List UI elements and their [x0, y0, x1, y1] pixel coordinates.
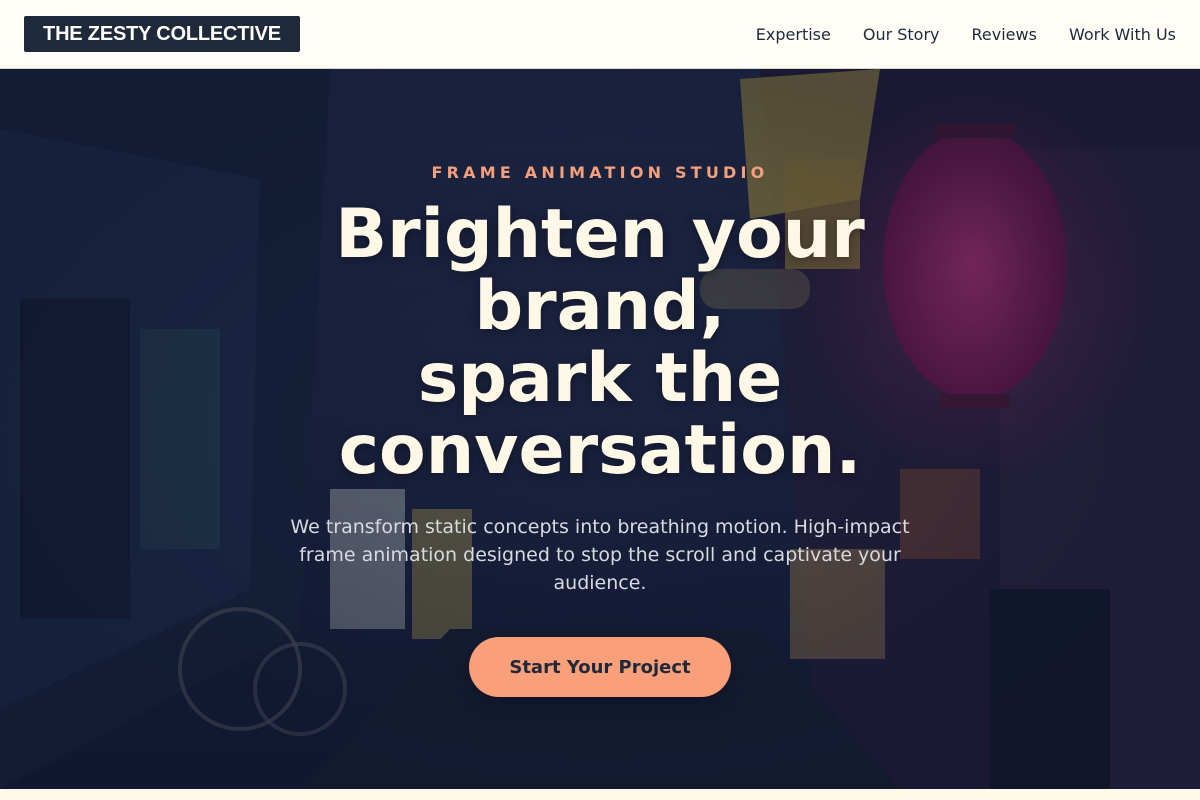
site-header: THE ZESTY COLLECTIVE Expertise Our Story… — [0, 0, 1200, 69]
headline-line-2: spark the conversation. — [338, 339, 862, 490]
nav-link-our-story[interactable]: Our Story — [863, 25, 940, 44]
nav-link-expertise[interactable]: Expertise — [756, 25, 831, 44]
logo[interactable]: THE ZESTY COLLECTIVE — [24, 16, 300, 52]
logo-text: THE ZESTY COLLECTIVE — [43, 22, 281, 45]
hero-content: FRAME ANIMATION STUDIO Brighten your bra… — [0, 69, 1200, 789]
hero-headline: Brighten your brand, spark the conversat… — [250, 199, 950, 487]
start-project-button[interactable]: Start Your Project — [469, 637, 731, 697]
nav-link-work-with-us[interactable]: Work With Us — [1069, 25, 1176, 44]
hero-subtext: We transform static concepts into breath… — [290, 516, 910, 594]
hero-eyebrow: FRAME ANIMATION STUDIO — [431, 163, 769, 182]
next-section-edge — [0, 789, 1200, 800]
headline-line-1: Brighten your brand, — [335, 195, 865, 346]
hero-section: FRAME ANIMATION STUDIO Brighten your bra… — [0, 69, 1200, 789]
nav-link-reviews[interactable]: Reviews — [972, 25, 1037, 44]
main-nav: Expertise Our Story Reviews Work With Us — [756, 0, 1176, 68]
